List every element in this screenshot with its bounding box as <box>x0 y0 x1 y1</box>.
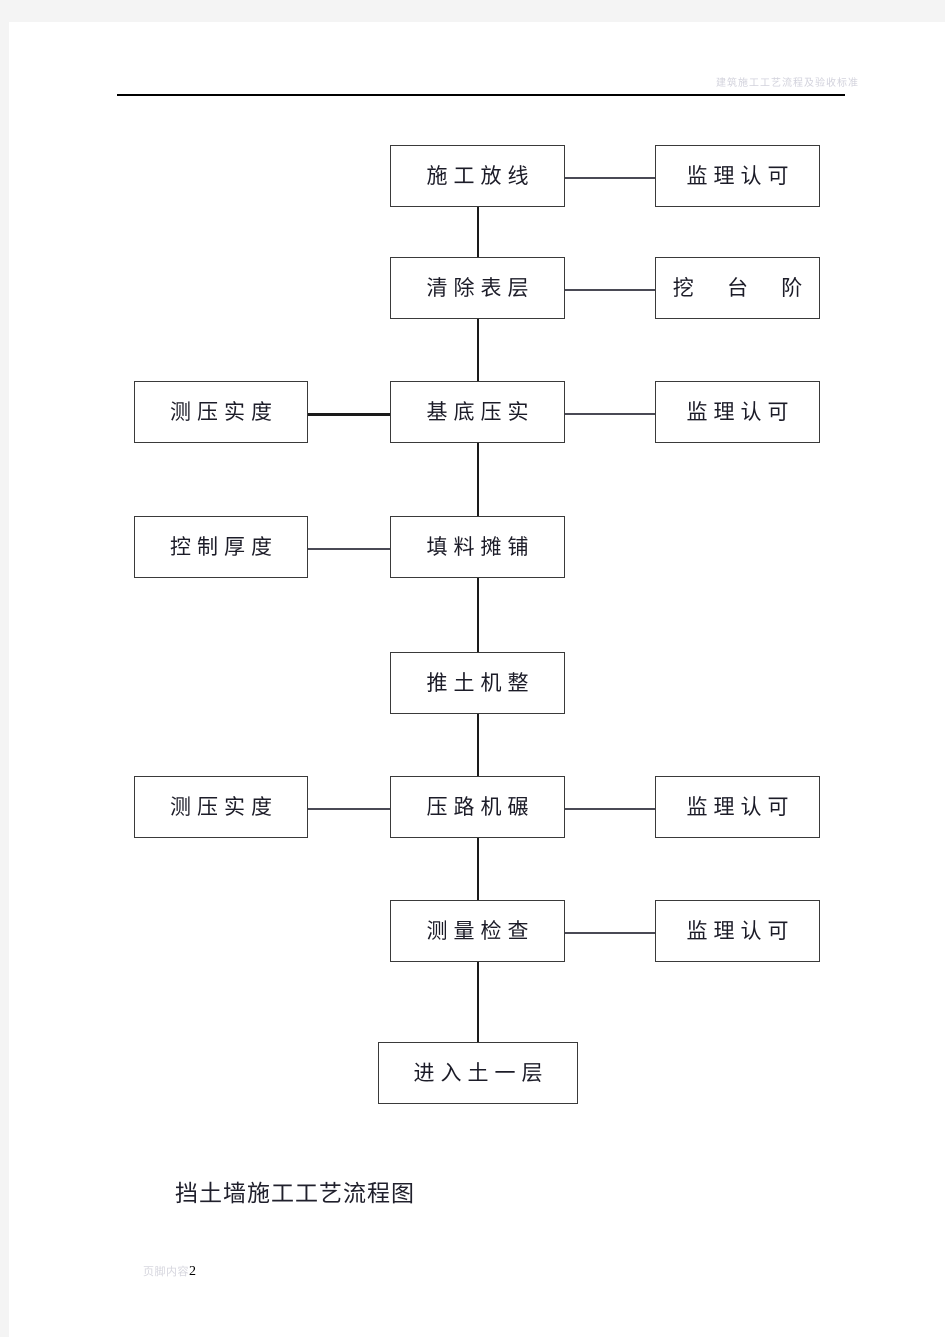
footer-page-number: 2 <box>189 1264 196 1279</box>
node-控制厚度[interactable]: 控制厚度 <box>134 516 308 578</box>
node-进入土一层[interactable]: 进入土一层 <box>378 1042 578 1104</box>
connector-h-基底压实-监理认可 <box>565 413 655 415</box>
node-label: 监理认可 <box>686 163 795 188</box>
node-label: 推土机整 <box>426 670 535 695</box>
connector-h-清除表层-挖台阶 <box>565 289 655 291</box>
node-挖台阶[interactable]: 挖 台 阶 <box>655 257 820 319</box>
node-推土机整[interactable]: 推土机整 <box>390 652 565 714</box>
node-label: 进入土一层 <box>413 1060 549 1085</box>
node-测压实度-2[interactable]: 测压实度 <box>134 776 308 838</box>
connector-v-压路机碾-测量检查 <box>477 838 479 908</box>
connector-h-控制厚度-填料摊铺 <box>308 548 392 550</box>
page-footer: 页脚内容2 <box>143 1263 196 1280</box>
node-监理认可-1[interactable]: 监理认可 <box>655 145 820 207</box>
flowchart: 施工放线 监理认可 清除表层 挖 台 阶 测压实度 基底压实 监理认可 控制厚度… <box>9 22 945 1337</box>
node-label: 控制厚度 <box>170 534 278 559</box>
node-测压实度-1[interactable]: 测压实度 <box>134 381 308 443</box>
connector-h-施工放线-监理认可 <box>565 177 655 179</box>
node-施工放线[interactable]: 施工放线 <box>390 145 565 207</box>
node-压路机碾[interactable]: 压路机碾 <box>390 776 565 838</box>
node-监理认可-3[interactable]: 监理认可 <box>655 776 820 838</box>
node-label: 压路机碾 <box>426 794 535 819</box>
node-label: 基底压实 <box>426 399 535 424</box>
connector-h-测压实度-压路机碾 <box>308 808 392 810</box>
node-监理认可-2[interactable]: 监理认可 <box>655 381 820 443</box>
node-label: 测量检查 <box>426 918 535 943</box>
node-label: 监理认可 <box>686 918 795 943</box>
node-label: 填料摊铺 <box>426 534 535 559</box>
node-label: 测压实度 <box>170 399 278 424</box>
connector-h-测量检查-监理认可 <box>565 932 655 934</box>
document-page: 建筑施工工艺流程及验收标准 施工放线 监理认可 清除表层 挖 台 阶 测压实度 … <box>9 22 945 1337</box>
diagram-caption: 挡土墙施工工艺流程图 <box>175 1181 415 1206</box>
node-label: 挖 台 阶 <box>672 275 817 300</box>
node-label: 清除表层 <box>426 275 535 300</box>
connector-h-测压实度-基底压实 <box>308 413 392 416</box>
node-监理认可-4[interactable]: 监理认可 <box>655 900 820 962</box>
connector-h-压路机碾-监理认可 <box>565 808 655 810</box>
footer-note-text: 页脚内容 <box>143 1265 189 1278</box>
node-基底压实[interactable]: 基底压实 <box>390 381 565 443</box>
node-label: 监理认可 <box>686 794 795 819</box>
node-label: 测压实度 <box>170 794 278 819</box>
node-清除表层[interactable]: 清除表层 <box>390 257 565 319</box>
node-填料摊铺[interactable]: 填料摊铺 <box>390 516 565 578</box>
node-label: 施工放线 <box>426 163 535 188</box>
node-测量检查[interactable]: 测量检查 <box>390 900 565 962</box>
node-label: 监理认可 <box>686 399 795 424</box>
